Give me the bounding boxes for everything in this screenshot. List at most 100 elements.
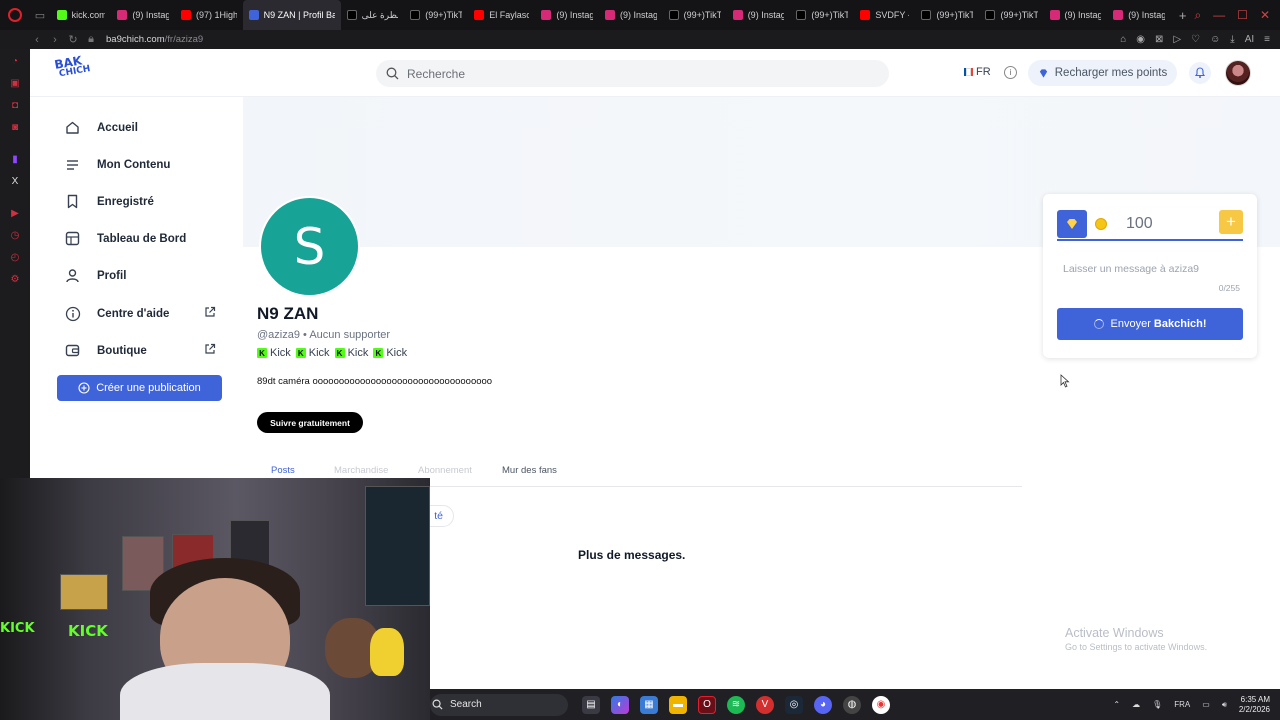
clock[interactable]: 6:35 AM 2/2/2026 (1239, 695, 1270, 715)
back-icon[interactable]: ‹ (28, 34, 46, 46)
input-language[interactable]: FRA (1174, 700, 1190, 709)
obs-icon[interactable]: ◍ (843, 695, 861, 714)
new-tab-button[interactable]: + (1171, 8, 1195, 23)
create-post-button[interactable]: Créer une publication (57, 375, 222, 401)
browser-tab[interactable]: El Faylasc (468, 0, 535, 30)
spotify-icon[interactable]: ≋ (727, 695, 745, 714)
reload-icon[interactable]: ↻ (64, 33, 82, 46)
store-icon[interactable]: ▦ (640, 695, 658, 714)
webcam-overlay: KICK KICK (0, 478, 430, 720)
nav-item-boutique[interactable]: Boutique (64, 342, 216, 359)
forward-icon[interactable]: › (46, 34, 64, 46)
browser-tab[interactable]: (9) Instag (1044, 0, 1108, 30)
browser-tab[interactable]: (99+)TikT (790, 0, 854, 30)
steam-icon[interactable]: ◎ (785, 695, 803, 714)
kick-link[interactable]: K Kick (373, 347, 407, 359)
tab-posts[interactable]: Posts (271, 465, 295, 476)
opera-logo-icon[interactable] (0, 0, 29, 30)
kick-link[interactable]: K Kick (257, 347, 291, 359)
x-icon[interactable]: X (0, 170, 30, 192)
nav-item-tableau-de-bord[interactable]: Tableau de Bord (64, 230, 216, 247)
instagram-icon[interactable]: ◙ (0, 116, 30, 138)
browser-tab[interactable]: (99+)TikT (979, 0, 1043, 30)
nav-item-profil[interactable]: Profil (64, 267, 216, 284)
download-icon[interactable]: ⤓ (1230, 34, 1234, 45)
increase-amount-button[interactable]: + (1219, 210, 1243, 234)
bakchich-logo[interactable]: BAK CHICH (53, 53, 93, 89)
tab-mur-des-fans[interactable]: Mur des fans (502, 465, 557, 476)
tab-marchandise[interactable]: Marchandise (334, 465, 388, 476)
history-icon[interactable]: ◷ (0, 224, 30, 246)
valorant-icon[interactable]: V (756, 695, 774, 714)
language-selector[interactable]: FR (964, 66, 991, 78)
file-explorer-icon[interactable]: ▬ (669, 695, 687, 714)
twitch-icon[interactable]: ▮ (0, 148, 30, 170)
search-tabs-icon[interactable]: ⌕ (1194, 8, 1201, 23)
gem-button[interactable] (1057, 210, 1087, 238)
minimize-icon[interactable]: — (1213, 8, 1225, 23)
nav-item-centre-daide[interactable]: Centre d'aide (64, 305, 216, 322)
browser-tab[interactable]: (97) 1High (175, 0, 243, 30)
browser-tab[interactable]: (99+)TikT (404, 0, 468, 30)
task-view-icon[interactable]: ▤ (582, 695, 600, 714)
player-icon[interactable]: ▶ (0, 202, 30, 224)
search-input[interactable] (407, 66, 847, 81)
tab-abonnement[interactable]: Abonnement (418, 465, 472, 476)
taskbar-search[interactable] (430, 693, 568, 716)
browser-tab[interactable]: نظرة على (341, 0, 405, 30)
pin-icon[interactable]: ⌂ (1120, 34, 1126, 45)
volume-icon[interactable]: 🔊︎ (1222, 700, 1227, 710)
messenger-icon[interactable]: ◘ (0, 94, 30, 116)
recharge-points-button[interactable]: Recharger mes points (1028, 60, 1177, 86)
nav-item-mon-contenu[interactable]: Mon Contenu (64, 156, 216, 173)
chevron-up-icon[interactable]: ⌃ (1113, 700, 1120, 709)
close-icon[interactable]: ✕ (1260, 8, 1270, 23)
heart-icon[interactable]: ♡ (1191, 34, 1200, 45)
network-icon[interactable]: ▭ (1202, 700, 1210, 709)
search-icon (386, 67, 399, 80)
account-icon[interactable]: ☺ (1210, 34, 1220, 45)
microphone-icon[interactable]: 🎙︎ (1152, 700, 1162, 709)
discord-icon[interactable]: ◕ (814, 695, 832, 714)
browser-tab[interactable]: kick.com (51, 0, 112, 30)
taskbar-search-input[interactable] (450, 699, 550, 710)
browser-tab[interactable]: (9) Instag (111, 0, 175, 30)
follow-button[interactable]: Suivre gratuitement (257, 412, 363, 433)
browser-tab[interactable]: (9) Instag (535, 0, 599, 30)
shopping-icon[interactable]: ▣ (0, 72, 30, 94)
opera-gx-icon[interactable]: O (698, 695, 716, 714)
notifications-button[interactable] (1189, 62, 1211, 84)
kick-link[interactable]: K Kick (334, 347, 368, 359)
coin-icon[interactable] (1095, 218, 1107, 230)
nav-item-accueil[interactable]: Accueil (64, 119, 216, 136)
amount-value[interactable]: 100 (1126, 215, 1153, 233)
search-bar[interactable] (376, 60, 889, 87)
message-input[interactable]: Laisser un message à aziza9 (1063, 263, 1199, 275)
ai-icon[interactable]: AI (1245, 34, 1254, 45)
url-field[interactable]: ba9chich.com/fr/aziza9 (106, 34, 203, 45)
camera-icon[interactable]: ◉ (1136, 34, 1145, 45)
browser-tab[interactable]: (9) Instag (727, 0, 791, 30)
browser-tab-active[interactable]: N9 ZAN | Profil Ba (242, 0, 341, 30)
user-avatar[interactable] (1225, 60, 1251, 86)
clock-icon[interactable]: ◴ (0, 246, 30, 268)
extension-icon[interactable]: ⊠ (1155, 34, 1163, 45)
info-icon[interactable]: i (1004, 66, 1017, 79)
browser-tab[interactable]: SVDFY - (854, 0, 915, 30)
menu-icon[interactable]: ≡ (1264, 34, 1270, 45)
cloud-icon[interactable]: ☁ (1132, 700, 1140, 709)
browser-tab[interactable]: (99+)TikT (915, 0, 979, 30)
play-icon[interactable]: ▷ (1173, 34, 1181, 45)
settings-icon[interactable]: ⚙ (0, 268, 30, 290)
tab-list-icon[interactable]: ▭ (29, 0, 50, 30)
browser-tab[interactable]: (99+)TikT (663, 0, 727, 30)
browser-tab[interactable]: (9) Instag (599, 0, 663, 30)
browser-tab[interactable]: (9) Instag (1107, 0, 1171, 30)
chrome-icon[interactable]: ◉ (872, 695, 890, 714)
send-bakchich-button[interactable]: Envoyer Bakchich! (1057, 308, 1243, 340)
nav-item-enregistre[interactable]: Enregistré (64, 193, 216, 210)
copilot-icon[interactable]: ◐ (611, 695, 629, 714)
kick-link[interactable]: K Kick (295, 347, 330, 359)
maximize-icon[interactable]: ☐ (1237, 8, 1248, 23)
aria-icon[interactable]: ◔ (0, 50, 30, 72)
